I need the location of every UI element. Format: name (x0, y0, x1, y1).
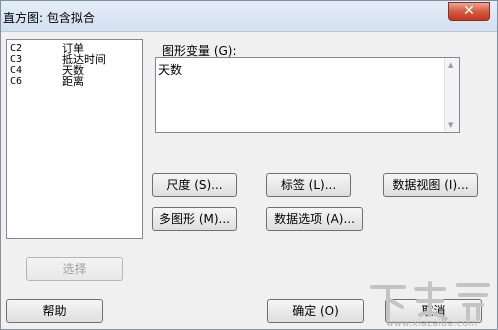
select-button[interactable]: 选择 (26, 257, 123, 281)
watermark-logo (370, 281, 490, 321)
graph-variables-value: 天数 (158, 63, 183, 77)
close-button[interactable]: ✕ (448, 2, 490, 21)
variable-column-id: C4 (10, 65, 23, 76)
watermark: www.xiazaiba.com (368, 279, 496, 329)
variable-name: 距离 (62, 75, 84, 88)
labels-button[interactable]: 标签 (L)... (266, 173, 351, 197)
multiple-graphs-button[interactable]: 多图形 (M)... (152, 207, 237, 231)
ok-button[interactable]: 确定 (O) (267, 299, 364, 323)
variable-column-id: C3 (10, 54, 23, 65)
variable-column-id: C6 (10, 76, 23, 87)
window-title: 直方图: 包含拟合 (3, 11, 95, 25)
title-bar: 直方图: 包含拟合 ✕ (1, 1, 497, 32)
dialog-window: 直方图: 包含拟合 ✕ C2 订单 C3 抵达时间 C4 天数 C6 距离 图形… (0, 0, 498, 330)
vertical-scrollbar[interactable]: ▲ ▼ (444, 58, 459, 132)
close-icon: ✕ (463, 3, 475, 19)
scroll-down-icon[interactable]: ▼ (448, 121, 453, 129)
scale-button[interactable]: 尺度 (S)... (152, 173, 237, 197)
variables-listbox[interactable]: C2 订单 C3 抵达时间 C4 天数 C6 距离 (6, 39, 143, 239)
variable-column-id: C2 (10, 43, 23, 54)
help-button[interactable]: 帮助 (6, 299, 103, 323)
scroll-up-icon[interactable]: ▲ (448, 61, 453, 69)
data-options-button[interactable]: 数据选项 (A)... (266, 207, 363, 231)
graph-variables-input[interactable]: 天数 ▲ ▼ (155, 57, 460, 133)
data-view-button[interactable]: 数据视图 (I)... (383, 173, 478, 197)
watermark-url: www.xiazaiba.com (386, 319, 478, 329)
